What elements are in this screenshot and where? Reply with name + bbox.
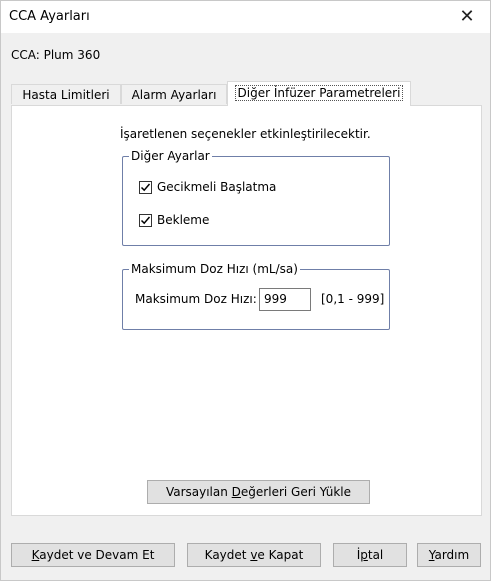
checkmark-icon bbox=[140, 183, 151, 192]
delayed-start-checkbox[interactable] bbox=[139, 181, 152, 194]
max-dose-input[interactable]: 999 bbox=[259, 288, 311, 311]
cca-name-label: CCA: Plum 360 bbox=[11, 48, 101, 62]
save-and-continue-button[interactable]: Kaydet ve Devam Et bbox=[11, 543, 175, 567]
tab-patient-limits[interactable]: Hasta Limitleri bbox=[11, 84, 121, 104]
close-button[interactable]: ✕ bbox=[444, 1, 490, 33]
max-dose-field-label: Maksimum Doz Hızı: bbox=[135, 292, 257, 306]
max-dose-value: 999 bbox=[264, 292, 287, 306]
tab-other-infuser-parameters[interactable]: Diğer İnfüzer Parametreleri bbox=[227, 81, 411, 106]
max-dose-group: Maksimum Doz Hızı (mL/sa) Maksimum Doz H… bbox=[122, 262, 390, 330]
button-label: İptal bbox=[356, 548, 384, 562]
restore-defaults-button[interactable]: Varsayılan Değerleri Geri Yükle bbox=[147, 480, 370, 504]
button-label: Kaydet ve Kapat bbox=[204, 548, 304, 562]
save-and-close-button[interactable]: Kaydet ve Kapat bbox=[187, 543, 321, 567]
button-label: Varsayılan Değerleri Geri Yükle bbox=[165, 485, 352, 499]
tab-panel: İşaretlenen seçenekler etkinleştirilecek… bbox=[11, 105, 482, 516]
button-label: Yardım bbox=[428, 548, 470, 562]
checkmark-icon bbox=[140, 216, 151, 225]
tab-label: Hasta Limitleri bbox=[22, 88, 110, 102]
window-title: CCA Ayarları bbox=[9, 9, 90, 24]
help-button[interactable]: Yardım bbox=[417, 543, 481, 567]
cancel-button[interactable]: İptal bbox=[333, 543, 407, 567]
tab-label: Alarm Ayarları bbox=[131, 88, 217, 102]
cca-settings-window: CCA Ayarları ✕ CCA: Plum 360 Hasta Limit… bbox=[0, 0, 491, 581]
info-text: İşaretlenen seçenekler etkinleştirilecek… bbox=[120, 127, 371, 141]
delayed-start-label[interactable]: Gecikmeli Başlatma bbox=[157, 180, 276, 194]
max-dose-range: [0,1 - 999] bbox=[321, 292, 385, 306]
group-legend: Maksimum Doz Hızı (mL/sa) bbox=[129, 262, 300, 276]
button-label: Kaydet ve Devam Et bbox=[31, 548, 155, 562]
title-bar: CCA Ayarları ✕ bbox=[1, 1, 490, 33]
group-legend: Diğer Ayarlar bbox=[129, 149, 212, 163]
tab-label: Diğer İnfüzer Parametreleri bbox=[234, 85, 404, 101]
other-settings-group: Diğer Ayarlar Gecikmeli Başlatma Bekleme bbox=[122, 149, 390, 246]
close-icon: ✕ bbox=[459, 6, 475, 27]
tab-alarm-settings[interactable]: Alarm Ayarları bbox=[121, 84, 227, 104]
standby-label[interactable]: Bekleme bbox=[157, 213, 209, 227]
standby-checkbox[interactable] bbox=[139, 214, 152, 227]
